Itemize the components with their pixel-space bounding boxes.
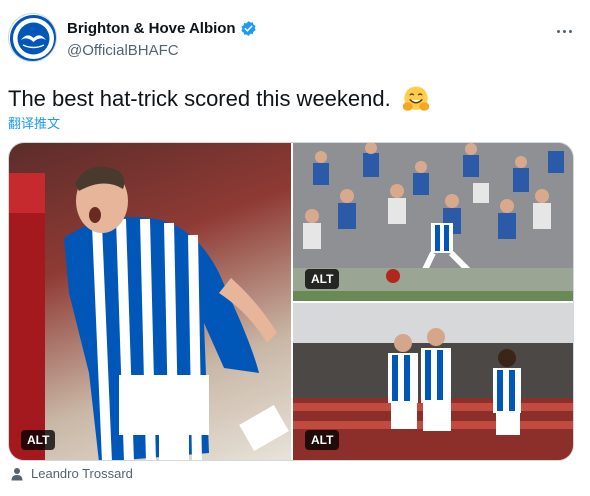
- avatar[interactable]: [8, 13, 57, 62]
- tagged-user[interactable]: Leandro Trossard: [10, 466, 133, 481]
- photo-player-celebrating[interactable]: ALT: [9, 143, 291, 460]
- verified-badge-icon: [241, 21, 256, 36]
- person-icon: [11, 467, 23, 480]
- photo-team-celebration[interactable]: ALT: [293, 303, 573, 460]
- translate-tweet-link[interactable]: 翻译推文: [8, 113, 60, 132]
- tweet-text-content: The best hat-trick scored this weekend.: [8, 86, 391, 111]
- seagull-crest-icon: [10, 15, 56, 61]
- alt-badge[interactable]: ALT: [305, 430, 340, 450]
- alt-badge[interactable]: ALT: [305, 269, 340, 289]
- handle[interactable]: @OfficialBHAFC: [67, 42, 179, 59]
- photo-crowd-celebration[interactable]: ALT: [293, 143, 573, 301]
- tagged-user-name[interactable]: Leandro Trossard: [31, 466, 133, 481]
- player-celebrating-image: [9, 166, 289, 460]
- media-grid: ALT ALT ALT: [8, 142, 574, 461]
- alt-badge[interactable]: ALT: [21, 430, 56, 450]
- author-name-row[interactable]: Brighton & Hove Albion: [67, 20, 257, 37]
- smiling-face-with-open-hands-icon: [402, 86, 430, 111]
- tweet-text: The best hat-trick scored this weekend.: [8, 84, 431, 114]
- display-name[interactable]: Brighton & Hove Albion: [67, 20, 236, 37]
- more-horizontal-icon[interactable]: [552, 22, 576, 40]
